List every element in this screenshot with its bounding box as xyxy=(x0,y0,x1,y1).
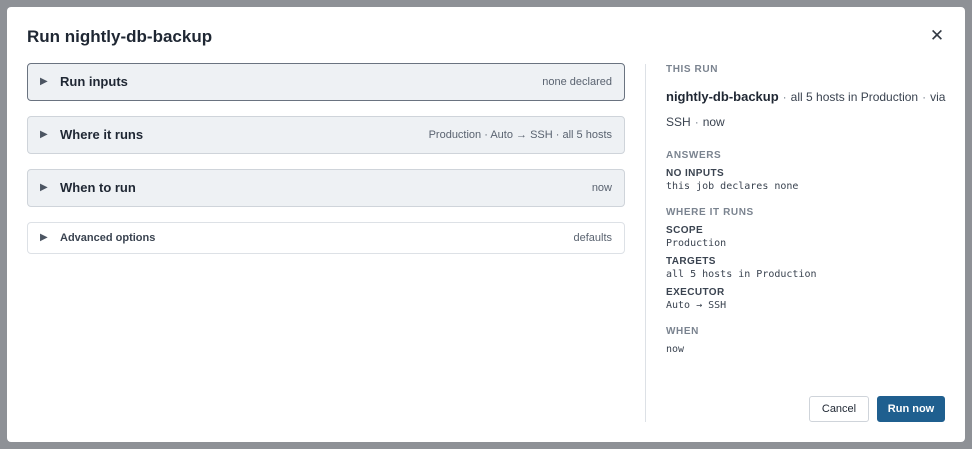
expand-icon: ▶ xyxy=(40,182,48,193)
executor-key: EXECUTOR xyxy=(666,287,725,298)
answer-value: this job declares none xyxy=(666,181,799,192)
expand-icon: ▶ xyxy=(40,129,48,140)
section-summary: defaults xyxy=(573,232,612,244)
separator: · xyxy=(694,115,699,129)
when-group: WHEN now xyxy=(666,326,956,355)
targets-value: all 5 hosts in Production xyxy=(666,269,817,280)
summary-when: now xyxy=(702,115,725,129)
section-advanced-options[interactable]: ▶ Advanced options defaults xyxy=(27,222,625,254)
answers-heading: ANSWERS xyxy=(666,150,722,161)
run-summary-panel: THIS RUN nightly-db-backup · all 5 hosts i… xyxy=(666,64,956,355)
scope-key: SCOPE xyxy=(666,225,704,236)
section-summary: Production · Auto → SSH · all 5 hosts xyxy=(428,129,612,141)
section-run-inputs[interactable]: ▶ Run inputs none declared xyxy=(27,63,625,101)
cancel-button[interactable]: Cancel xyxy=(809,396,869,422)
summary-targets: all 5 hosts in Production xyxy=(790,90,919,104)
section-when-to-run[interactable]: ▶ When to run now xyxy=(27,169,625,207)
answers-group: ANSWERS NO INPUTS this job declares none xyxy=(666,150,956,192)
separator: · xyxy=(922,90,927,104)
this-run-heading: THIS RUN xyxy=(666,64,719,75)
executor-value: Auto → SSH xyxy=(666,300,727,311)
expand-icon: ▶ xyxy=(40,232,48,243)
run-summary-line: nightly-db-backup · all 5 hosts in Product… xyxy=(666,84,956,135)
run-now-button[interactable]: Run now xyxy=(877,396,945,422)
close-icon[interactable]: ✕ xyxy=(929,27,945,44)
scope-value: Production xyxy=(666,238,727,249)
section-where-it-runs[interactable]: ▶ Where it runs Production · Auto → SSH … xyxy=(27,116,625,154)
targets-key: TARGETS xyxy=(666,256,716,267)
panel-divider xyxy=(645,64,646,422)
dialog-title: Run nightly-db-backup xyxy=(27,27,213,46)
where-heading: WHERE IT RUNS xyxy=(666,207,754,218)
answer-key: NO INPUTS xyxy=(666,168,725,179)
section-label: Advanced options xyxy=(60,232,156,244)
job-name: nightly-db-backup xyxy=(666,89,779,104)
section-label: Where it runs xyxy=(60,127,144,142)
when-heading: WHEN xyxy=(666,326,699,337)
config-sections: ▶ Run inputs none declared ▶ Where it ru… xyxy=(27,63,625,269)
section-summary: now xyxy=(591,182,612,194)
section-label: Run inputs xyxy=(60,74,128,89)
where-group: WHERE IT RUNS SCOPE Production TARGETS a… xyxy=(666,207,956,311)
when-value: now xyxy=(666,344,685,355)
separator: · xyxy=(782,90,787,104)
expand-icon: ▶ xyxy=(40,76,48,87)
section-summary: none declared xyxy=(542,76,612,88)
run-job-dialog: Run nightly-db-backup ✕ ▶ Run inputs non… xyxy=(7,7,965,442)
section-label: When to run xyxy=(60,180,136,195)
